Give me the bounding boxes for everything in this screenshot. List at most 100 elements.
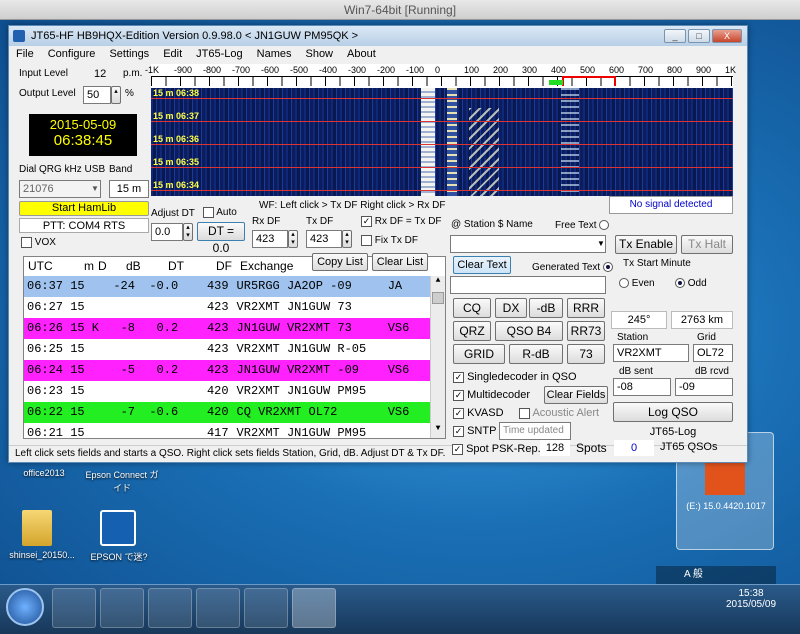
table-row[interactable]: 06:23 15 420 VR2XMT JN1GUW PM95 bbox=[24, 381, 445, 402]
scale-tick-label: 1K bbox=[725, 65, 737, 75]
waterfall-scale[interactable]: -1K -900 -800 -700 -600 -500 -400 -300 -200 -100 0… bbox=[145, 64, 737, 88]
scroll-thumb[interactable] bbox=[432, 292, 444, 304]
rx-df-spinner[interactable]: ▴ ▾ bbox=[288, 230, 298, 248]
table-row[interactable]: 06:21 15 417 VR2XMT JN1GUW PM95 bbox=[24, 423, 445, 438]
menu-about[interactable]: About bbox=[340, 46, 383, 62]
maximize-button[interactable]: □ bbox=[688, 29, 710, 43]
macro-rr73-button[interactable]: RR73 bbox=[567, 321, 605, 341]
vox-checkbox[interactable]: VOX bbox=[21, 237, 56, 248]
table-row[interactable]: 06:26 15 K -8 0.2 423 JN1GUW VR2XMT 73 VS6 bbox=[24, 318, 445, 339]
acoustic-checkbox[interactable]: Acoustic Alert bbox=[519, 407, 599, 419]
minimize-button[interactable]: _ bbox=[664, 29, 686, 43]
tx-halt-button[interactable]: Tx Halt bbox=[681, 235, 733, 254]
input-level-unit: p.m. bbox=[123, 68, 143, 79]
rx-eq-tx-checkbox[interactable]: ✓ Rx DF = Tx DF bbox=[361, 216, 442, 227]
scroll-up-icon[interactable]: ▲ bbox=[431, 276, 445, 290]
grid-input[interactable]: OL72 bbox=[693, 344, 733, 362]
table-row[interactable]: 06:22 15 -7 -0.6 420 CQ VR2XMT OL72 VS6 bbox=[24, 402, 445, 423]
macro-dx-button[interactable]: DX bbox=[495, 298, 527, 318]
start-button[interactable] bbox=[6, 588, 44, 626]
adjust-dt-input[interactable]: 0.0 bbox=[151, 223, 183, 241]
generated-text-radio[interactable]: Generated Text bbox=[532, 262, 613, 273]
menu-edit[interactable]: Edit bbox=[156, 46, 189, 62]
tx-df-spinner[interactable]: ▴ ▾ bbox=[342, 230, 352, 248]
epson-icon[interactable] bbox=[100, 510, 136, 546]
macro-db-button[interactable]: -dB bbox=[529, 298, 563, 318]
scroll-down-icon[interactable]: ▼ bbox=[431, 424, 445, 438]
folder-icon[interactable] bbox=[22, 510, 52, 546]
message-list[interactable]: UTC m DdB DT DF Exchange 06:37 15 -24 -0.0 439 UR5… bbox=[23, 256, 446, 439]
adjust-dt-spinner[interactable]: ▴ ▾ bbox=[183, 223, 193, 241]
cell-df: 423 bbox=[206, 342, 229, 356]
macro-rdb-button[interactable]: R-dB bbox=[509, 344, 563, 364]
free-text-radio[interactable]: Free Text bbox=[555, 220, 610, 231]
copy-list-button[interactable]: Copy List bbox=[312, 253, 368, 271]
spot-checkbox[interactable]: ✓ Spot PSK-Rep. bbox=[452, 443, 541, 455]
waterfall-display[interactable]: 15 m 06:38 15 m 06:37 15 m 06:36 15 m 06:35… bbox=[151, 88, 733, 196]
macro-grid-button[interactable]: GRID bbox=[453, 344, 505, 364]
spot-label: Spot PSK-Rep. bbox=[466, 443, 541, 455]
cell-m: 15 bbox=[70, 342, 85, 356]
kvasd-checkbox[interactable]: ✓ KVASD bbox=[453, 407, 504, 419]
menu-settings[interactable]: Settings bbox=[102, 46, 156, 62]
output-level-spinner[interactable]: ▴ bbox=[111, 86, 121, 104]
clear-fields-button[interactable]: Clear Fields bbox=[544, 386, 608, 404]
start-hamlib-button[interactable]: Start HamLib bbox=[19, 201, 149, 216]
taskbar-jt65-icon[interactable] bbox=[292, 588, 336, 628]
cell-df: 420 bbox=[206, 405, 229, 419]
db-sent-input[interactable]: -08 bbox=[613, 378, 671, 396]
desktop-icon-office2013[interactable]: office2013 bbox=[14, 468, 74, 478]
taskbar-ie-icon[interactable] bbox=[52, 588, 96, 628]
table-row[interactable]: 06:37 15 -24 -0.0 439 UR5RGG JA2OP -09 JA bbox=[24, 276, 445, 297]
singledecoder-checkbox[interactable]: ✓ Singledecoder in QSO bbox=[453, 371, 577, 383]
macro-73-button[interactable]: 73 bbox=[567, 344, 605, 364]
taskbar-chrome-icon[interactable] bbox=[196, 588, 240, 628]
station-input[interactable]: VR2XMT bbox=[613, 344, 689, 362]
output-level-input[interactable]: 50 bbox=[83, 86, 111, 104]
odd-radio[interactable]: Odd bbox=[675, 278, 707, 289]
scrollbar[interactable]: ▲ ▼ bbox=[430, 276, 445, 438]
cell-m: 15 bbox=[70, 405, 85, 419]
free-text-input[interactable] bbox=[450, 276, 606, 294]
macro-qso-b4-button[interactable]: QSO B4 bbox=[495, 321, 563, 341]
tx-df-input[interactable]: 423 bbox=[306, 230, 342, 248]
multidecoder-checkbox[interactable]: ✓ Multidecoder bbox=[453, 389, 530, 401]
table-row[interactable]: 06:27 15 423 VR2XMT JN1GUW 73 bbox=[24, 297, 445, 318]
tray-clock[interactable]: 15:38 2015/05/09 bbox=[716, 588, 786, 610]
rx-df-input[interactable]: 423 bbox=[252, 230, 288, 248]
qso-count: 0 bbox=[614, 440, 654, 456]
auto-checkbox[interactable]: Auto bbox=[203, 207, 237, 218]
taskbar-explorer-icon[interactable] bbox=[100, 588, 144, 628]
taskbar-media-icon[interactable] bbox=[148, 588, 192, 628]
db-rcvd-input[interactable]: -09 bbox=[675, 378, 733, 396]
even-radio[interactable]: Even bbox=[619, 278, 655, 289]
menu-show[interactable]: Show bbox=[298, 46, 340, 62]
menu-names[interactable]: Names bbox=[250, 46, 299, 62]
tx-enable-button[interactable]: Tx Enable bbox=[615, 235, 677, 254]
band-field[interactable]: 15 m bbox=[109, 180, 149, 198]
menu-configure[interactable]: Configure bbox=[41, 46, 103, 62]
clear-text-button[interactable]: Clear Text bbox=[453, 256, 511, 274]
menu-jt65-log[interactable]: JT65-Log bbox=[189, 46, 249, 62]
table-row[interactable]: 06:25 15 423 VR2XMT JN1GUW R-05 bbox=[24, 339, 445, 360]
desktop-icon-epson[interactable]: EPSON で迷? bbox=[84, 550, 154, 563]
desktop-icon-epson-connect[interactable]: Epson Connect ガイド bbox=[82, 468, 162, 494]
dial-qrg-select[interactable]: 21076 bbox=[19, 180, 101, 198]
sntp-checkbox[interactable]: ✓ SNTP bbox=[453, 425, 496, 437]
fix-tx-checkbox[interactable]: Fix Tx DF bbox=[361, 235, 418, 246]
log-qso-button[interactable]: Log QSO bbox=[613, 402, 733, 422]
table-row[interactable]: 06:24 15 -5 0.2 423 JN1GUW VR2XMT -09 VS6 bbox=[24, 360, 445, 381]
macro-cq-button[interactable]: CQ bbox=[453, 298, 491, 318]
ime-bar[interactable]: A 般 bbox=[656, 566, 776, 584]
menu-file[interactable]: File bbox=[9, 46, 41, 62]
dt-reset-button[interactable]: DT = 0.0 bbox=[197, 222, 245, 255]
station-name-select[interactable] bbox=[450, 235, 606, 253]
scale-tick-label: 700 bbox=[638, 65, 654, 75]
clear-list-button[interactable]: Clear List bbox=[372, 253, 428, 271]
close-button[interactable]: X bbox=[712, 29, 742, 43]
minute-divider bbox=[151, 190, 733, 191]
macro-qrz-button[interactable]: QRZ bbox=[453, 321, 491, 341]
macro-rrr-button[interactable]: RRR bbox=[567, 298, 605, 318]
taskbar-app-icon[interactable] bbox=[244, 588, 288, 628]
desktop-icon-shinsei[interactable]: shinsei_20150... bbox=[4, 550, 80, 560]
